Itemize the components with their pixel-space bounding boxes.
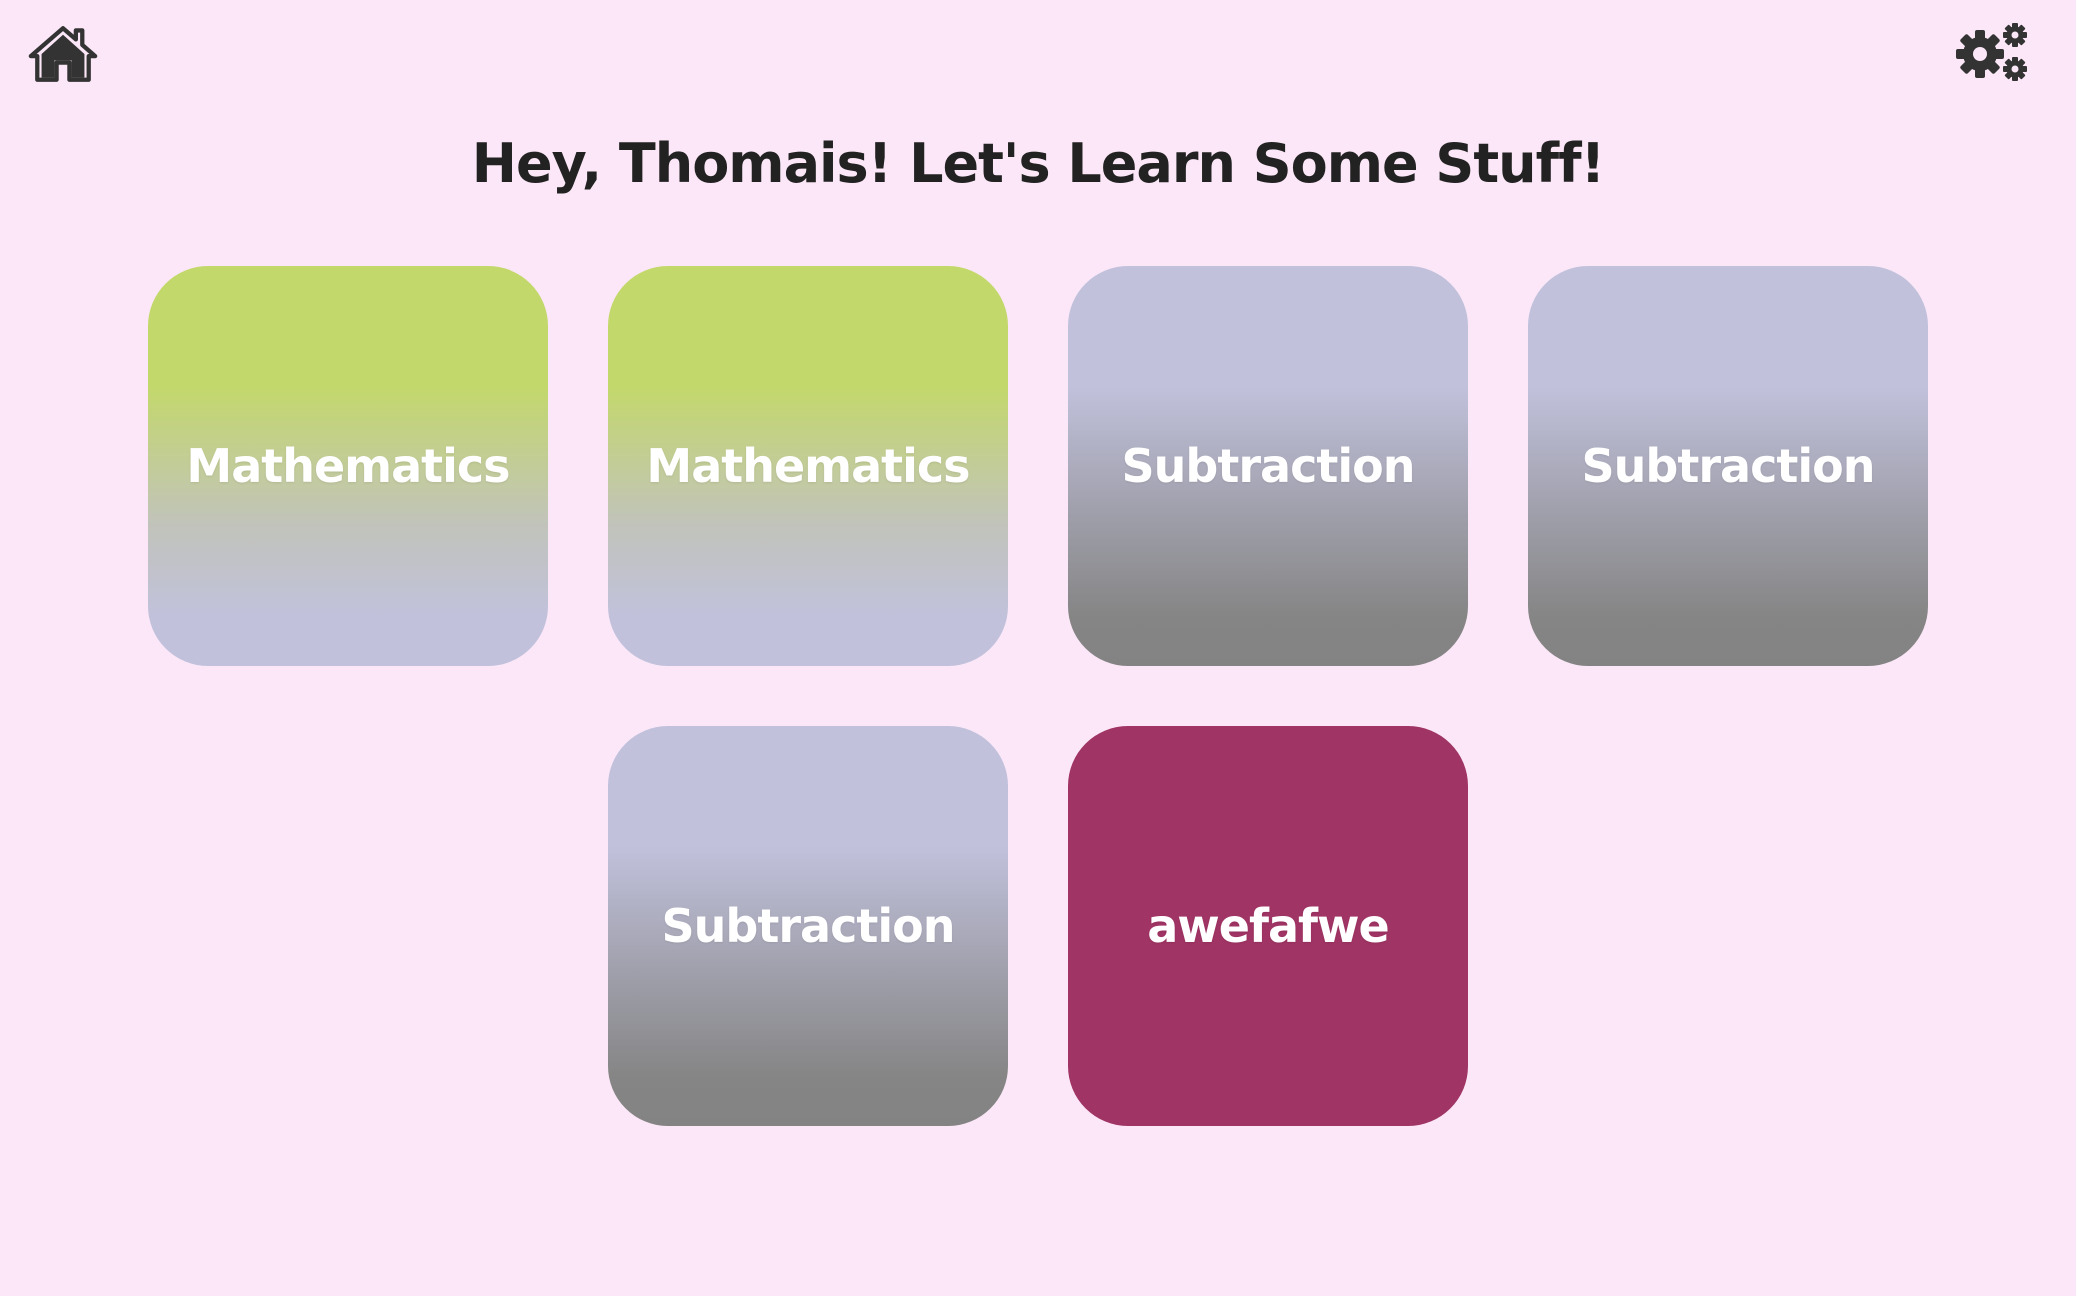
tile-label: awefafwe [1147, 899, 1389, 953]
tile-mathematics[interactable]: Mathematics [608, 266, 1008, 666]
tile-awefafwe[interactable]: awefafwe [1068, 726, 1468, 1126]
tile-subtraction[interactable]: Subtraction [1528, 266, 1928, 666]
settings-button[interactable] [1954, 22, 2030, 84]
tile-label: Subtraction [1121, 439, 1416, 493]
tile-label: Mathematics [186, 439, 510, 493]
home-button[interactable] [28, 24, 98, 84]
tile-mathematics[interactable]: Mathematics [148, 266, 548, 666]
tile-label: Subtraction [661, 899, 956, 953]
tile-subtraction[interactable]: Subtraction [1068, 266, 1468, 666]
page-title: Hey, Thomais! Let's Learn Some Stuff! [471, 132, 1605, 195]
tile-label: Mathematics [646, 439, 970, 493]
gears-icon [1956, 23, 2027, 81]
tile-subtraction[interactable]: Subtraction [608, 726, 1008, 1126]
tile-label: Subtraction [1581, 439, 1876, 493]
home-icon [28, 26, 98, 82]
